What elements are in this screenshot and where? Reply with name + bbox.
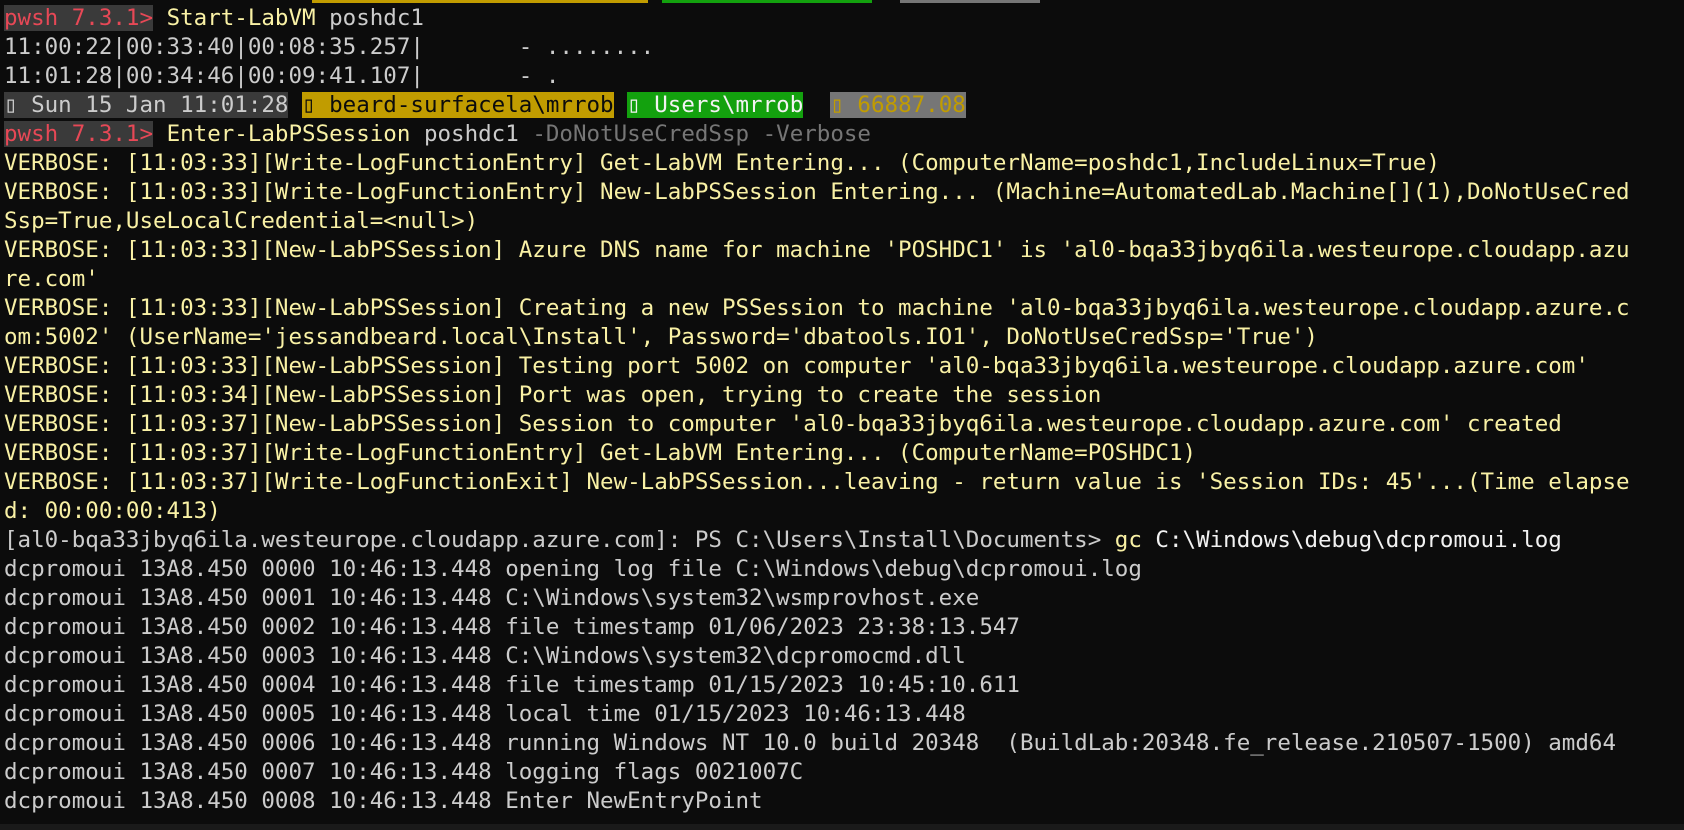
log-line: dcpromoui 13A8.450 0002 10:46:13.448 fil… [4,614,1020,640]
status-date: ▯ Sun 15 Jan 11:01:28 [4,92,289,118]
prev-number-segment [900,0,1040,3]
status-user: ▯ beard-surfacela\mrrob [302,92,614,118]
verbose-line: Ssp=True,UseLocalCredential=<null>) [4,208,479,234]
verbose-line: VERBOSE: [11:03:33][New-LabPSSession] Cr… [4,295,1630,321]
verbose-line: VERBOSE: [11:03:37][New-LabPSSession] Se… [4,411,1562,437]
verbose-line: VERBOSE: [11:03:33][Write-LogFunctionEnt… [4,150,1440,176]
progress-line: 11:01:28|00:34:46|00:09:41.107| - . [4,63,560,89]
log-line: dcpromoui 13A8.450 0007 10:46:13.448 log… [4,759,804,785]
command-name: gc [1114,527,1142,553]
pwsh-prompt: pwsh 7.3.1> [4,121,154,147]
partially-visible-next-line [0,824,1684,830]
log-line: dcpromoui 13A8.450 0004 10:46:13.448 fil… [4,672,1020,698]
verbose-line: d: 00:00:00:413) [4,498,221,524]
verbose-line: re.com' [4,266,99,292]
prompt-line-enter-labpssession: pwsh 7.3.1> Enter-LabPSSession poshdc1 -… [4,120,1684,149]
status-path: ▯ Users\mrrob [627,92,804,118]
prev-user-segment [312,0,648,3]
log-line: dcpromoui 13A8.450 0006 10:46:13.448 run… [4,730,1616,756]
log-line: dcpromoui 13A8.450 0008 10:46:13.448 Ent… [4,788,763,814]
verbose-line: VERBOSE: [11:03:33][Write-LogFunctionEnt… [4,179,1630,205]
remote-prompt-line: [al0-bqa33jbyq6ila.westeurope.cloudapp.a… [4,526,1684,555]
command-name: Enter-LabPSSession [166,121,411,147]
command-name: Start-LabVM [166,5,316,31]
verbose-line: VERBOSE: [11:03:33][New-LabPSSession] Az… [4,237,1630,263]
progress-line: 11:00:22|00:33:40|00:08:35.257| - ......… [4,34,655,60]
terminal-output[interactable]: pwsh 7.3.1> Start-LabVM poshdc1 11:00:22… [4,4,1684,830]
verbose-line: VERBOSE: [11:03:37][Write-LogFunctionEnt… [4,440,1197,466]
previous-status-bar-remnant [0,0,1684,3]
command-argument: C:\Windows\debug\dcpromoui.log [1141,527,1562,553]
log-line: dcpromoui 13A8.450 0005 10:46:13.448 loc… [4,701,966,727]
log-line: dcpromoui 13A8.450 0000 10:46:13.448 ope… [4,556,1142,582]
command-argument: poshdc1 [329,5,424,31]
verbose-line: VERBOSE: [11:03:37][Write-LogFunctionExi… [4,469,1630,495]
remote-prompt: [al0-bqa33jbyq6ila.westeurope.cloudapp.a… [4,527,1115,553]
prompt-line-start-labvm: pwsh 7.3.1> Start-LabVM poshdc1 [4,4,1684,33]
command-argument: poshdc1 [423,121,519,147]
pwsh-prompt: pwsh 7.3.1> [4,5,154,31]
status-bar: ▯ Sun 15 Jan 11:01:28 ▯ beard-surfacela\… [4,91,1684,120]
verbose-line: om:5002' (UserName='jessandbeard.local\I… [4,324,1318,350]
command-parameters: -DoNotUseCredSsp -Verbose [532,121,871,147]
status-number: ▯ 66887.08 [830,92,966,118]
log-line: dcpromoui 13A8.450 0003 10:46:13.448 C:\… [4,643,966,669]
prev-path-segment [662,0,872,3]
verbose-line: VERBOSE: [11:03:33][New-LabPSSession] Te… [4,353,1589,379]
log-line: dcpromoui 13A8.450 0001 10:46:13.448 C:\… [4,585,980,611]
verbose-line: VERBOSE: [11:03:34][New-LabPSSession] Po… [4,382,1102,408]
